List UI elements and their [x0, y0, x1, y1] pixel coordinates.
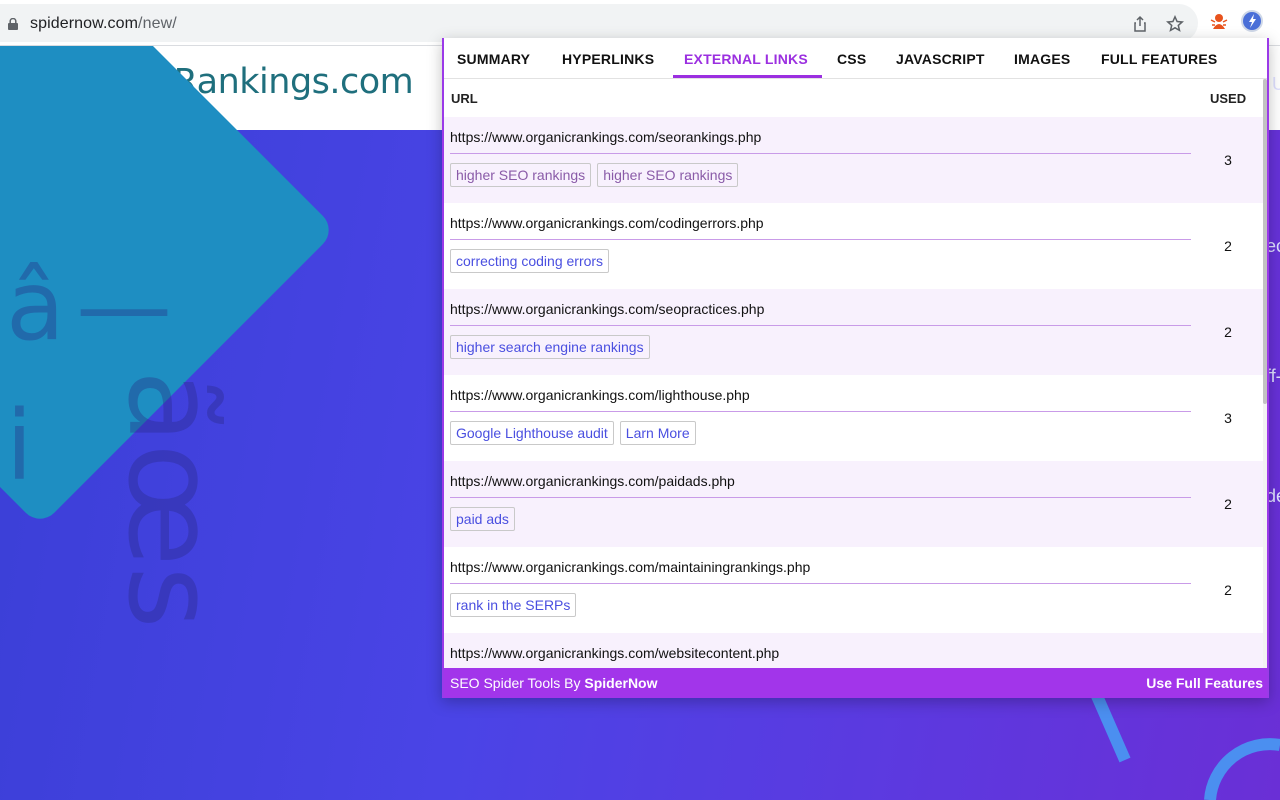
- tab-full-features[interactable]: FULL FEATURES: [1101, 51, 1217, 67]
- row-divider: [450, 325, 1191, 326]
- tab-css[interactable]: CSS: [837, 51, 866, 67]
- hero-glyph-2: —: [76, 250, 172, 362]
- row-url-link[interactable]: https://www.organicrankings.com/paidads.…: [450, 473, 735, 489]
- url-host: spidernow.com: [30, 15, 139, 32]
- row-url-link[interactable]: https://www.organicrankings.com/seoranki…: [450, 129, 761, 145]
- scrollbar-thumb[interactable]: [1263, 79, 1267, 404]
- anchor-text-list: rank in the SERPs: [450, 593, 582, 617]
- footer-prefix: SEO Spider Tools By: [450, 675, 585, 691]
- table-row: https://www.organicrankings.com/paidads.…: [444, 461, 1263, 547]
- side-text-fragment-1: U: [1272, 74, 1280, 94]
- popup-tabs: SUMMARY HYPERLINKS EXTERNAL LINKS CSS JA…: [444, 38, 1267, 79]
- table-row: https://www.organicrankings.com/maintain…: [444, 547, 1263, 633]
- anchor-text-list: correcting coding errors: [450, 249, 615, 273]
- external-links-table[interactable]: https://www.organicrankings.com/seoranki…: [444, 117, 1263, 668]
- row-url-link[interactable]: https://www.organicrankings.com/maintain…: [450, 559, 810, 575]
- tab-javascript[interactable]: JAVASCRIPT: [896, 51, 985, 67]
- anchor-text-chip[interactable]: rank in the SERPs: [450, 593, 577, 617]
- use-full-features-link[interactable]: Use Full Features: [1146, 675, 1263, 691]
- row-divider: [450, 239, 1191, 240]
- star-icon[interactable]: [1166, 15, 1184, 33]
- used-count: 2: [1224, 496, 1232, 512]
- used-count: 3: [1224, 410, 1232, 426]
- used-count: 3: [1224, 152, 1232, 168]
- tab-images[interactable]: IMAGES: [1014, 51, 1070, 67]
- popup-scrollbar[interactable]: [1263, 79, 1267, 668]
- row-divider: [450, 411, 1191, 412]
- table-header: URL USED: [444, 79, 1263, 117]
- anchor-text-list: higher search engine rankings: [450, 335, 656, 359]
- footer-brand-link[interactable]: SpiderNow: [584, 675, 657, 691]
- used-count: 2: [1224, 582, 1232, 598]
- anchor-text-list: Google Lighthouse audit Larn More: [450, 421, 702, 445]
- extension-spider-icon[interactable]: [1208, 10, 1230, 32]
- anchor-text-list: higher SEO rankings higher SEO rankings: [450, 163, 744, 187]
- address-bar[interactable]: spidernow.com/new/: [0, 4, 1198, 42]
- hero-glyph-1: â: [6, 250, 65, 362]
- used-count: 2: [1224, 238, 1232, 254]
- tab-external-links[interactable]: EXTERNAL LINKS: [684, 51, 808, 67]
- used-count: 2: [1224, 324, 1232, 340]
- column-header-url: URL: [451, 91, 478, 106]
- table-row: https://www.organicrankings.com/seoranki…: [444, 117, 1263, 203]
- tab-hyperlinks[interactable]: HYPERLINKS: [562, 51, 654, 67]
- lock-icon[interactable]: [8, 18, 18, 30]
- table-row: https://www.organicrankings.com/seopract…: [444, 289, 1263, 375]
- row-url-link[interactable]: https://www.organicrankings.com/websitec…: [450, 645, 779, 661]
- anchor-text-chip[interactable]: Google Lighthouse audit: [450, 421, 614, 445]
- table-row: https://www.organicrankings.com/lighthou…: [444, 375, 1263, 461]
- anchor-text-list: paid ads: [450, 507, 521, 531]
- anchor-text-chip[interactable]: higher search engine rankings: [450, 335, 650, 359]
- hero-glyph-4: ãœs: [101, 370, 240, 629]
- tab-summary[interactable]: SUMMARY: [457, 51, 530, 67]
- anchor-text-chip[interactable]: paid ads: [450, 507, 515, 531]
- anchor-text-chip[interactable]: higher SEO rankings: [450, 163, 592, 187]
- row-divider: [450, 153, 1191, 154]
- active-tab-indicator: [673, 75, 822, 78]
- row-url-link[interactable]: https://www.organicrankings.com/lighthou…: [450, 387, 750, 403]
- anchor-text-chip[interactable]: higher SEO rankings: [597, 163, 739, 187]
- footer-credit: SEO Spider Tools By SpiderNow: [450, 675, 658, 691]
- column-header-used: USED: [1210, 91, 1247, 106]
- row-divider: [450, 497, 1191, 498]
- seo-spider-popup: SUMMARY HYPERLINKS EXTERNAL LINKS CSS JA…: [442, 38, 1269, 698]
- row-url-link[interactable]: https://www.organicrankings.com/codinger…: [450, 215, 764, 231]
- anchor-text-chip[interactable]: Larn More: [619, 421, 696, 445]
- table-row: https://www.organicrankings.com/websitec…: [444, 633, 1263, 668]
- anchor-text-chip[interactable]: correcting coding errors: [450, 249, 610, 273]
- share-icon[interactable]: [1131, 15, 1149, 33]
- row-url-link[interactable]: https://www.organicrankings.com/seopract…: [450, 301, 764, 317]
- url-text[interactable]: spidernow.com/new/: [30, 15, 177, 33]
- extension-spidernow-icon[interactable]: [1241, 10, 1263, 32]
- hero-glyph-3: i: [6, 390, 33, 502]
- table-row: https://www.organicrankings.com/codinger…: [444, 203, 1263, 289]
- popup-footer: SEO Spider Tools By SpiderNow Use Full F…: [444, 668, 1267, 698]
- row-divider: [450, 583, 1191, 584]
- url-path: /new/: [138, 15, 177, 32]
